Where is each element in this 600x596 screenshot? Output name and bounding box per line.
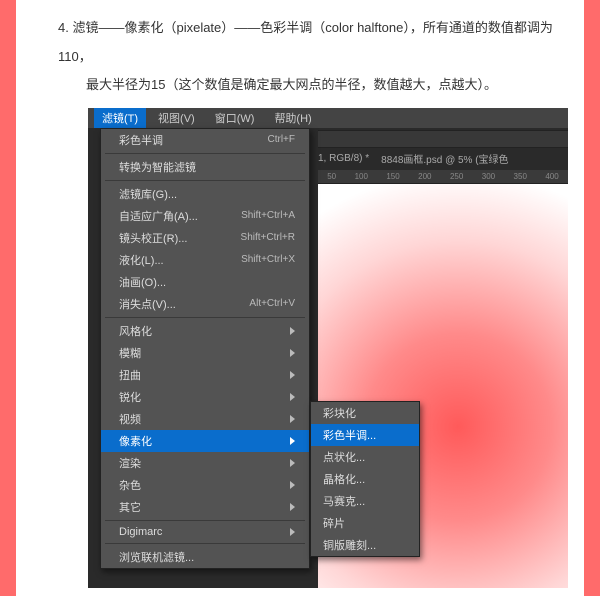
instruction-line1: 滤镜——像素化（pixelate）——色彩半调（color halftone），…	[58, 20, 553, 64]
mi-other[interactable]: 其它	[101, 496, 309, 518]
instruction-line2: 最大半径为15（这个数值是确定最大网点的半径，数值越大，点越大）。	[86, 71, 554, 100]
mi-lens-correction[interactable]: 镜头校正(R)...Shift+Ctrl+R	[101, 227, 309, 249]
options-bar	[318, 130, 568, 148]
chevron-right-icon	[290, 371, 295, 379]
ruler-horizontal: 50 100 150 200 250 300 350 400	[318, 170, 568, 184]
pixelate-submenu: 彩块化 彩色半调... 点状化... 晶格化... 马赛克... 碎片 铜版雕刻…	[310, 401, 420, 557]
instruction-text: 4. 滤镜——像素化（pixelate）——色彩半调（color halfton…	[58, 14, 554, 100]
mi-filter-gallery[interactable]: 滤镜库(G)...	[101, 183, 309, 205]
filter-menu-dropdown: 彩色半调 Ctrl+F 转换为智能滤镜 滤镜库(G)... 自适应广角(A)..…	[100, 128, 310, 569]
menu-separator	[105, 317, 305, 318]
chevron-right-icon	[290, 437, 295, 445]
chevron-right-icon	[290, 459, 295, 467]
chevron-right-icon	[290, 349, 295, 357]
menu-separator	[105, 520, 305, 521]
mi-sharpen[interactable]: 锐化	[101, 386, 309, 408]
chevron-right-icon	[290, 528, 295, 536]
mi-stylize[interactable]: 风格化	[101, 320, 309, 342]
mi-vanishing-point[interactable]: 消失点(V)...Alt+Ctrl+V	[101, 293, 309, 315]
mi-video[interactable]: 视频	[101, 408, 309, 430]
step-number: 4.	[58, 20, 69, 35]
menu-separator	[105, 543, 305, 544]
screenshot-photoshop: 滤镜(T) 视图(V) 窗口(W) 帮助(H) 1, RGB/8) * 8848…	[88, 108, 568, 588]
chevron-right-icon	[290, 503, 295, 511]
menu-window[interactable]: 窗口(W)	[207, 108, 263, 128]
document-tabs: 1, RGB/8) * 8848画框.psd @ 5% (宝绿色	[318, 148, 568, 170]
sm-color-halftone[interactable]: 彩色半调...	[311, 424, 419, 446]
chevron-right-icon	[290, 481, 295, 489]
tab-doc2[interactable]: 8848画框.psd @ 5% (宝绿色	[381, 151, 508, 166]
mi-noise[interactable]: 杂色	[101, 474, 309, 496]
mi-liquify[interactable]: 液化(L)...Shift+Ctrl+X	[101, 249, 309, 271]
sm-mezzotint[interactable]: 铜版雕刻...	[311, 534, 419, 556]
menu-separator	[105, 153, 305, 154]
mi-digimarc[interactable]: Digimarc	[101, 523, 309, 541]
mi-last-filter[interactable]: 彩色半调 Ctrl+F	[101, 129, 309, 151]
tab-doc1[interactable]: 1, RGB/8) *	[318, 153, 369, 164]
menu-view[interactable]: 视图(V)	[150, 108, 203, 128]
menu-help[interactable]: 帮助(H)	[266, 108, 319, 128]
mi-convert-smart[interactable]: 转换为智能滤镜	[101, 156, 309, 178]
chevron-right-icon	[290, 415, 295, 423]
mi-blur[interactable]: 模糊	[101, 342, 309, 364]
chevron-right-icon	[290, 327, 295, 335]
chevron-right-icon	[290, 393, 295, 401]
mi-render[interactable]: 渲染	[101, 452, 309, 474]
sm-facet[interactable]: 彩块化	[311, 402, 419, 424]
sm-fragment[interactable]: 碎片	[311, 512, 419, 534]
menubar: 滤镜(T) 视图(V) 窗口(W) 帮助(H)	[88, 108, 568, 128]
mi-adaptive-wide[interactable]: 自适应广角(A)...Shift+Ctrl+A	[101, 205, 309, 227]
mi-oil-paint[interactable]: 油画(O)...	[101, 271, 309, 293]
mi-pixelate[interactable]: 像素化	[101, 430, 309, 452]
sm-mosaic[interactable]: 马赛克...	[311, 490, 419, 512]
sm-pointillize[interactable]: 点状化...	[311, 446, 419, 468]
mi-distort[interactable]: 扭曲	[101, 364, 309, 386]
sm-crystallize[interactable]: 晶格化...	[311, 468, 419, 490]
mi-browse-online[interactable]: 浏览联机滤镜...	[101, 546, 309, 568]
menu-separator	[105, 180, 305, 181]
menu-filter[interactable]: 滤镜(T)	[94, 108, 146, 128]
